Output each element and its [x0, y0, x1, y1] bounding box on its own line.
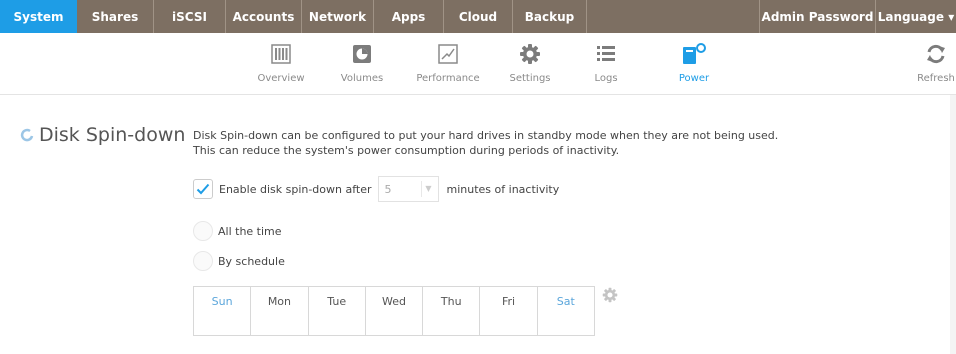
tab-iscsi[interactable]: iSCSI [154, 0, 226, 33]
section-description: Disk Spin-down can be configured to put … [193, 128, 893, 158]
performance-icon [435, 41, 461, 67]
dropdown-separator [420, 181, 422, 197]
enable-spindown-row: Enable disk spin-down after 5 ▼ minutes … [193, 176, 560, 202]
tab-backup[interactable]: Backup [513, 0, 587, 33]
top-nav: System Shares iSCSI Accounts Network App… [0, 0, 956, 33]
volumes-icon [349, 41, 375, 67]
schedule-grid: Sun Mon Tue Wed Thu Fri Sat [193, 286, 595, 336]
subtab-power[interactable]: Power [672, 33, 716, 95]
day-mon[interactable]: Mon [251, 287, 309, 335]
enable-spindown-label: Enable disk spin-down after [219, 182, 372, 196]
tab-system[interactable]: System [0, 0, 77, 33]
gear-icon [602, 287, 618, 303]
top-nav-left: System Shares iSCSI Accounts Network App… [0, 0, 759, 33]
refresh-button[interactable]: Refresh [916, 33, 956, 95]
tab-shares[interactable]: Shares [77, 0, 154, 33]
checkmark-icon [196, 183, 210, 195]
section-title: Disk Spin-down [20, 124, 185, 146]
subtab-settings-label: Settings [509, 73, 551, 84]
sub-toolbar: Overview Volumes Performance Settings Lo… [0, 33, 956, 95]
tab-network[interactable]: Network [302, 0, 374, 33]
subtab-volumes-label: Volumes [340, 73, 384, 84]
subtab-settings[interactable]: Settings [508, 33, 552, 95]
radio-by-schedule[interactable]: By schedule [193, 251, 285, 271]
day-fri[interactable]: Fri [480, 287, 538, 335]
spin-icon [20, 128, 34, 142]
radio-all-the-time[interactable]: All the time [193, 221, 282, 241]
admin-password-button[interactable]: Admin Password [759, 0, 875, 33]
subtab-logs[interactable]: Logs [588, 33, 624, 95]
top-nav-right: Admin Password Language ▾ [759, 0, 956, 33]
radio-all-the-time-label: All the time [218, 224, 282, 238]
subtab-performance-label: Performance [416, 73, 480, 84]
chevron-down-icon: ▼ [425, 184, 432, 193]
tab-cloud[interactable]: Cloud [444, 0, 513, 33]
subtab-logs-label: Logs [594, 73, 618, 84]
minutes-dropdown[interactable]: 5 ▼ [377, 176, 439, 202]
day-tue[interactable]: Tue [309, 287, 366, 335]
scrollbar[interactable] [950, 95, 956, 354]
settings-icon [517, 41, 543, 67]
subtab-volumes[interactable]: Volumes [337, 33, 387, 95]
day-sun[interactable]: Sun [194, 287, 252, 335]
minutes-suffix: minutes of inactivity [446, 182, 560, 196]
subtab-performance[interactable]: Performance [412, 33, 484, 95]
subtab-overview[interactable]: Overview [253, 33, 309, 95]
description-line-1: Disk Spin-down can be configured to put … [193, 129, 779, 142]
subtab-overview-label: Overview [257, 73, 305, 84]
minutes-value: 5 [384, 182, 392, 196]
language-dropdown[interactable]: Language ▾ [875, 0, 956, 33]
tab-accounts[interactable]: Accounts [226, 0, 302, 33]
radio-by-schedule-button[interactable] [193, 251, 213, 271]
day-wed[interactable]: Wed [366, 287, 424, 335]
schedule-settings-button[interactable] [602, 287, 618, 303]
overview-icon [268, 41, 294, 67]
power-icon [681, 41, 707, 67]
logs-icon [593, 41, 619, 67]
description-line-2: This can reduce the system's power consu… [193, 144, 620, 157]
day-thu[interactable]: Thu [423, 287, 481, 335]
subtab-power-label: Power [678, 73, 710, 84]
day-sat[interactable]: Sat [538, 287, 594, 335]
enable-spindown-checkbox[interactable] [193, 179, 213, 199]
refresh-label: Refresh [917, 73, 955, 84]
refresh-icon [923, 41, 949, 67]
tab-apps[interactable]: Apps [374, 0, 444, 33]
section-title-label: Disk Spin-down [39, 124, 186, 146]
radio-by-schedule-label: By schedule [218, 254, 285, 268]
radio-all-the-time-button[interactable] [193, 221, 213, 241]
